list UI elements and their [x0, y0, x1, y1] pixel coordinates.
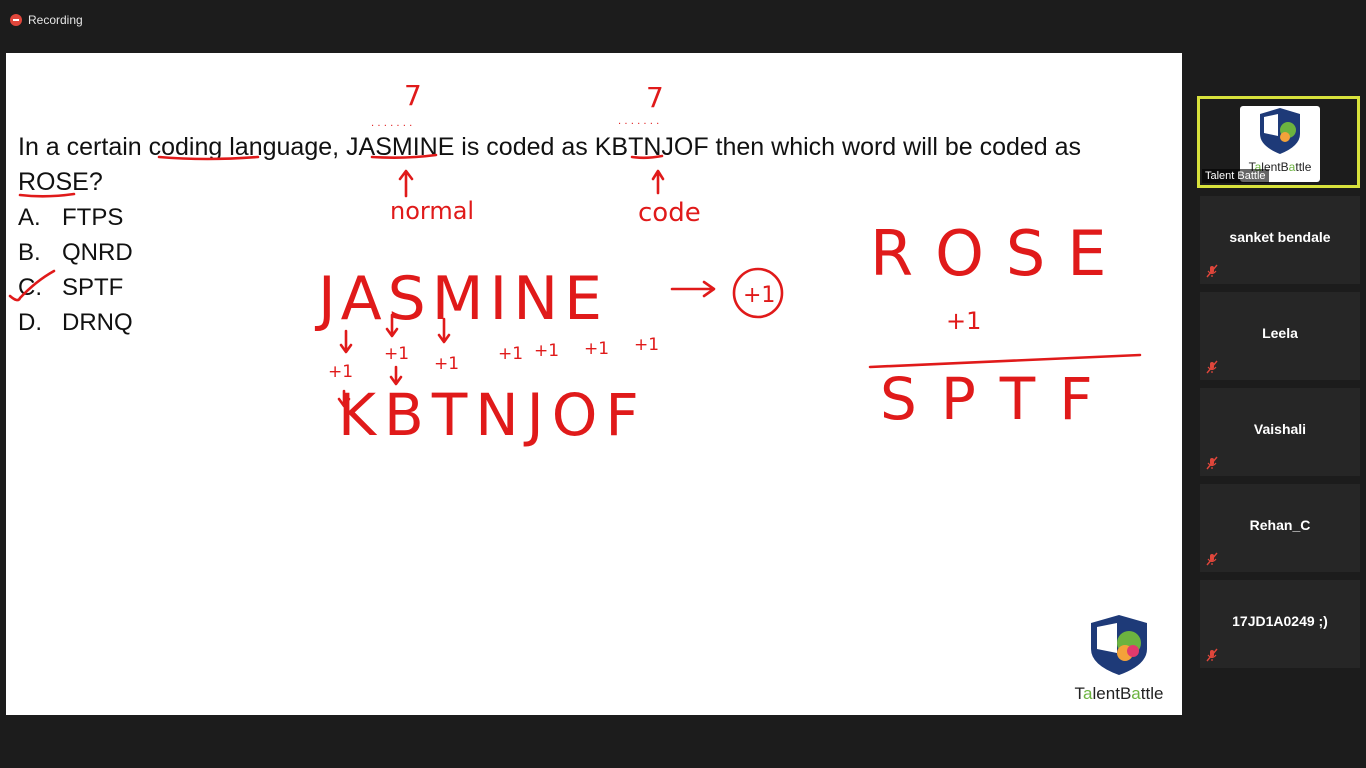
participant-tile[interactable]: Vaishali	[1200, 388, 1360, 476]
participant-name: Leela	[1262, 325, 1298, 341]
plus-one-label: +1	[434, 354, 459, 374]
plus-one-label: +1	[634, 335, 659, 355]
plus-one-label: +1	[328, 362, 353, 382]
participant-tile[interactable]: 17JD1A0249 ;)	[1200, 580, 1360, 668]
shared-screen: In a certain coding language, JASMINE is…	[6, 53, 1182, 715]
brand-wordmark: TalentBattle	[1074, 684, 1164, 703]
mic-muted-icon	[1206, 648, 1218, 662]
underline-kbtnjof	[630, 154, 664, 160]
arrow-up-icon	[651, 169, 665, 195]
record-icon	[10, 14, 22, 26]
talentbattle-logo: TalentBattle	[1064, 613, 1174, 704]
mic-muted-icon	[1206, 456, 1218, 470]
label-normal: normal	[390, 197, 474, 225]
arrow-down-icon	[339, 329, 353, 354]
dots-kbtnjof: · · · · · · ·	[618, 119, 659, 130]
mic-muted-icon	[1206, 264, 1218, 278]
shift-label: +1	[743, 283, 775, 308]
count-left: 7	[404, 79, 422, 112]
check-icon	[8, 269, 56, 302]
plus-one-label: +1	[534, 341, 559, 361]
participant-tile[interactable]: Leela	[1200, 292, 1360, 380]
word-kbtnjof: KBTNJOF	[338, 381, 647, 449]
underline-rose	[18, 192, 76, 198]
arrow-right-icon	[670, 280, 716, 298]
participant-tile[interactable]: Rehan_C	[1200, 484, 1360, 572]
participant-tile[interactable]: sanket bendale	[1200, 196, 1360, 284]
underline-coding	[157, 155, 260, 161]
label-code: code	[638, 198, 701, 228]
handwritten-annotations: · · · · · · · · · · · · · · 7 7 normal c…	[8, 79, 1142, 449]
recording-indicator[interactable]: Recording	[10, 11, 83, 29]
word-rose: ROSE	[870, 217, 1128, 290]
word-jasmine: JASMINE	[314, 264, 608, 334]
recording-label: Recording	[28, 13, 83, 27]
shield-logo-icon	[1091, 615, 1147, 675]
word-sptf: SPTF	[880, 365, 1117, 433]
dots-jasmine: · · · · · · ·	[371, 121, 412, 132]
participant-name: sanket bendale	[1229, 229, 1331, 245]
participant-name: Vaishali	[1253, 421, 1307, 437]
plus-one-label: +1	[384, 344, 409, 364]
mic-muted-icon	[1206, 552, 1218, 566]
shield-logo-icon	[1260, 108, 1300, 154]
rose-shift: +1	[946, 307, 981, 335]
arrow-up-icon	[398, 169, 414, 198]
mic-muted-icon	[1206, 360, 1218, 374]
participant-name: Rehan_C	[1249, 517, 1311, 533]
plus-one-label: +1	[584, 339, 609, 359]
active-speaker-tile[interactable]: TalentBattle Talent Battle	[1197, 96, 1360, 188]
count-right: 7	[646, 81, 664, 114]
plus-one-label: +1	[498, 344, 523, 364]
underline-jasmine	[370, 153, 438, 159]
participant-name: 17JD1A0249 ;)	[1232, 613, 1328, 629]
participant-name-tag: Talent Battle	[1202, 169, 1269, 183]
